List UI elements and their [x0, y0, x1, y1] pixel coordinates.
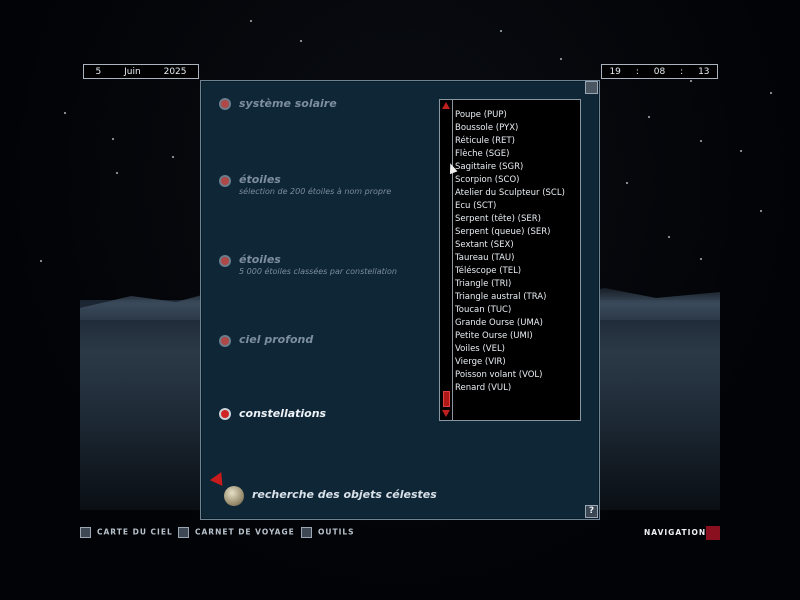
star [700, 258, 702, 260]
list-item[interactable]: Petite Ourse (UMI) [455, 330, 579, 343]
carte-du-ciel-square-icon [80, 527, 91, 538]
time-display: 19 : 08 : 13 [601, 64, 718, 79]
help-button[interactable]: ? [585, 505, 598, 518]
star [116, 172, 118, 174]
category-systeme-solaire[interactable]: système solaire [239, 97, 337, 110]
category-etoiles-200[interactable]: étoiles [239, 173, 281, 186]
carte-du-ciel-label: CARTE DU CIEL [97, 527, 173, 537]
star [250, 20, 252, 22]
star [770, 92, 772, 94]
radio-constellations[interactable] [221, 410, 229, 418]
list-item[interactable]: Vierge (VIR) [455, 356, 579, 369]
list-item[interactable]: Taureau (TAU) [455, 252, 579, 265]
list-item[interactable]: Serpent (tête) (SER) [455, 213, 579, 226]
date-month: Juin [124, 66, 141, 77]
time-minutes: 08 [653, 66, 666, 77]
carnet-de-voyage-label: CARNET DE VOYAGE [195, 527, 295, 537]
list-item[interactable]: Ecu (SCT) [455, 200, 579, 213]
time-separator-1: : [635, 66, 639, 77]
constellations-items: Poupe (PUP) Boussole (PYX) Réticule (RET) F… [455, 109, 579, 395]
menu-outils[interactable]: OUTILS [301, 527, 355, 539]
radio-systeme-solaire[interactable] [221, 100, 229, 108]
star [760, 210, 762, 212]
radio-etoiles-200[interactable] [221, 177, 229, 185]
panel-corner-button[interactable] [585, 81, 598, 94]
list-item[interactable]: Boussole (PYX) [455, 122, 579, 135]
outils-square-icon [301, 527, 312, 538]
star [700, 140, 702, 142]
carnet-de-voyage-square-icon [178, 527, 189, 538]
star [40, 260, 42, 262]
globe-search-icon[interactable] [224, 486, 244, 506]
list-item[interactable]: Renard (VUL) [455, 382, 579, 395]
category-etoiles-5000[interactable]: étoiles [239, 253, 281, 266]
list-item[interactable]: Poisson volant (VOL) [455, 369, 579, 382]
list-item[interactable]: Triangle austral (TRA) [455, 291, 579, 304]
category-constellations[interactable]: constellations [239, 407, 326, 420]
list-item[interactable]: Toucan (TUC) [455, 304, 579, 317]
list-item[interactable]: Grande Ourse (UMA) [455, 317, 579, 330]
radio-ciel-profond[interactable] [221, 337, 229, 345]
star [64, 112, 66, 114]
list-item[interactable]: Poupe (PUP) [455, 109, 579, 122]
outils-label: OUTILS [318, 527, 355, 537]
star [626, 182, 628, 184]
star [500, 30, 502, 32]
scroll-down-arrow-icon[interactable] [442, 410, 450, 417]
constellations-listbox[interactable]: Poupe (PUP) Boussole (PYX) Réticule (RET) F… [439, 99, 581, 421]
list-item[interactable]: Scorpion (SCO) [455, 174, 579, 187]
menu-carnet-de-voyage[interactable]: CARNET DE VOYAGE [178, 527, 295, 539]
date-year: 2025 [163, 66, 187, 77]
date-day: 5 [95, 66, 102, 77]
list-item[interactable]: Flèche (SGE) [455, 148, 579, 161]
time-hours: 19 [609, 66, 621, 77]
list-item[interactable]: Téléscope (TEL) [455, 265, 579, 278]
list-item[interactable]: Sagittaire (SGR) [455, 161, 579, 174]
star [668, 236, 670, 238]
menu-carte-du-ciel[interactable]: CARTE DU CIEL [80, 527, 173, 539]
radio-etoiles-5000[interactable] [221, 257, 229, 265]
scroll-up-arrow-icon[interactable] [442, 102, 450, 109]
star [740, 150, 742, 152]
category-etoiles-200-subtitle: sélection de 200 étoiles à nom propre [239, 187, 392, 196]
star [172, 156, 174, 158]
search-objects-label[interactable]: recherche des objets célestes [252, 488, 437, 501]
list-item[interactable]: Réticule (RET) [455, 135, 579, 148]
list-item[interactable]: Sextant (SEX) [455, 239, 579, 252]
star [690, 80, 692, 82]
list-item[interactable]: Triangle (TRI) [455, 278, 579, 291]
navigation-label[interactable]: NAVIGATION [644, 528, 706, 537]
date-display: 5 Juin 2025 [83, 64, 199, 79]
list-item[interactable]: Voiles (VEL) [455, 343, 579, 356]
time-separator-2: : [680, 66, 684, 77]
star [648, 116, 650, 118]
list-item[interactable]: Serpent (queue) (SER) [455, 226, 579, 239]
star [112, 138, 114, 140]
star [560, 58, 562, 60]
scroll-thumb[interactable] [443, 391, 450, 407]
list-scrollbar[interactable] [440, 100, 453, 420]
star [300, 40, 302, 42]
category-etoiles-5000-subtitle: 5 000 étoiles classées par constellation [239, 267, 397, 276]
category-ciel-profond[interactable]: ciel profond [239, 333, 313, 346]
time-seconds: 13 [698, 66, 710, 77]
list-item[interactable]: Atelier du Sculpteur (SCL) [455, 187, 579, 200]
navigation-button[interactable] [706, 526, 720, 540]
